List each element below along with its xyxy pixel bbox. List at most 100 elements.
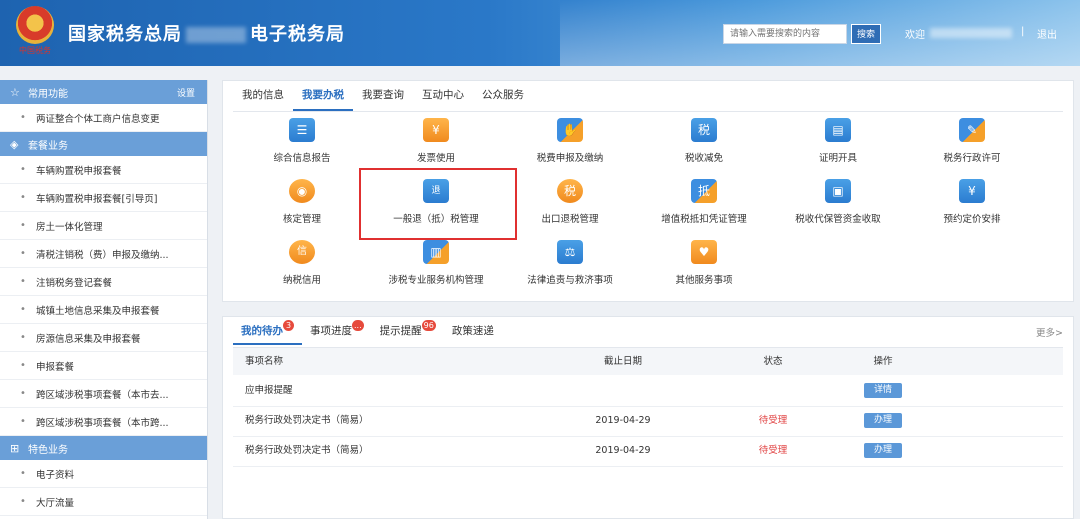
sidebar-item[interactable]: • 大厅流量 (0, 488, 207, 516)
sidebar-item[interactable]: • 房源信息采集及申报套餐 (0, 324, 207, 352)
sidebar-section-title: 特色业务 (28, 444, 68, 456)
person-icon: ◉ (289, 179, 315, 203)
tab-my-todo[interactable]: 我的待办 3 (233, 317, 302, 345)
more-link[interactable]: 更多> (1036, 325, 1063, 339)
bullet-icon: • (20, 304, 26, 315)
service-other[interactable]: ♥ 其他服务事项 (639, 240, 769, 286)
tab-public-service[interactable]: 公众服务 (473, 81, 533, 111)
site-title: 国家税务总局 电子税务局 (68, 20, 345, 46)
service-advance-pricing[interactable]: ¥ 预约定价安排 (907, 179, 1037, 225)
service-tax-credit[interactable]: 信纳税信用 (237, 240, 367, 286)
main-tabs: 我的信息 我要办税 我要查询 互动中心 公众服务 (233, 81, 533, 111)
service-label: 税务行政许可 (943, 153, 1001, 164)
handle-button[interactable]: 办理 (864, 413, 902, 428)
table-row: 应申报提醒 详情 (233, 377, 1063, 407)
bullet-icon: • (20, 112, 26, 123)
bullet-icon: • (20, 360, 26, 371)
tab-reminders[interactable]: 提示提醒 96 (372, 317, 444, 345)
sidebar-item[interactable]: • 电子资料 (0, 460, 207, 488)
service-label: 核定管理 (282, 214, 321, 225)
service-vat-deduction[interactable]: 抵增值税抵扣凭证管理 (639, 179, 769, 225)
sidebar-item[interactable]: • 申报套餐 (0, 352, 207, 380)
details-button[interactable]: 详情 (864, 383, 902, 398)
tab-tax-handling[interactable]: 我要办税 (293, 81, 353, 111)
service-label: 涉税专业服务机构管理 (388, 275, 484, 286)
service-tax-reduction[interactable]: 税税收减免 (639, 118, 769, 164)
handle-button[interactable]: 办理 (864, 443, 902, 458)
tab-progress[interactable]: 事项进度... (302, 317, 372, 345)
service-export-refund[interactable]: 税出口退税管理 (505, 179, 635, 225)
service-certificate[interactable]: ▤ 证明开具 (773, 118, 903, 164)
service-comprehensive-report[interactable]: ☰ 综合信息报告 (237, 118, 367, 164)
layers-icon: ◈ (10, 137, 19, 151)
deduction-voucher-icon: 抵 (691, 179, 717, 203)
service-label: 法律追责与救济事项 (527, 275, 613, 286)
tab-query[interactable]: 我要查询 (353, 81, 413, 111)
sidebar-item-label: 车辆购置税申报套餐 (36, 165, 122, 177)
item-name: 应申报提醒 (245, 385, 293, 396)
license-icon: ✎ (959, 118, 985, 142)
settings-link[interactable]: 设置 (177, 86, 195, 99)
service-agency-management[interactable]: ▥ 涉税专业服务机构管理 (371, 240, 501, 286)
header-separator: | (1021, 26, 1025, 37)
bullet-icon: • (20, 220, 26, 231)
sidebar-section-common[interactable]: ☆ 常用功能 设置 (0, 80, 207, 104)
logout-link[interactable]: 退出 (1037, 26, 1057, 41)
search-button[interactable]: 搜索 (851, 24, 881, 44)
item-action: 办理 (853, 407, 913, 435)
service-assessment[interactable]: ◉ 核定管理 (237, 179, 367, 225)
item-status: 待受理 (758, 415, 788, 426)
title-redacted (186, 27, 246, 43)
item-action: 详情 (853, 377, 913, 405)
sidebar-item[interactable]: • 房土一体化管理 (0, 212, 207, 240)
service-tax-declaration[interactable]: ✋ 税费申报及缴纳 (505, 118, 635, 164)
sidebar-item-label: 两证整合个体工商户信息变更 (36, 113, 160, 125)
service-label: 其他服务事项 (675, 275, 733, 286)
bullet-icon: • (20, 248, 26, 259)
service-label: 税收减免 (684, 153, 723, 164)
username-redacted (930, 28, 1012, 38)
sidebar-item[interactable]: • 清税注销税（费）申报及缴纳... (0, 240, 207, 268)
tab-my-info[interactable]: 我的信息 (233, 81, 293, 111)
sidebar-item[interactable]: • 注销税务登记套餐 (0, 268, 207, 296)
item-name: 税务行政处罚决定书（简易） (245, 415, 369, 426)
bullet-icon: • (20, 496, 26, 507)
service-fund-custody[interactable]: ▣ 税收代保管资金收取 (773, 179, 903, 225)
credit-icon: 信 (289, 240, 315, 264)
tax-reduction-icon: 税 (691, 118, 717, 142)
sidebar-item[interactable]: • 车辆购置税申报套餐[引导页] (0, 184, 207, 212)
sidebar-section-package[interactable]: ◈ 套餐业务 (0, 132, 207, 156)
bullet-icon: • (20, 192, 26, 203)
emblem-ribbon-text: 中国税务 (19, 46, 51, 55)
search-input[interactable] (723, 24, 847, 44)
service-legal-relief[interactable]: ⚖ 法律追责与救济事项 (505, 240, 635, 286)
agency-icon: ▥ (423, 240, 449, 264)
service-admin-license[interactable]: ✎ 税务行政许可 (907, 118, 1037, 164)
todo-count-badge: 3 (283, 320, 294, 331)
sidebar-item[interactable]: • 两证整合个体工商户信息变更 (0, 104, 207, 132)
sidebar-item[interactable]: • 跨区域涉税事项套餐（本市跨... (0, 408, 207, 436)
sidebar-item-label: 清税注销税（费）申报及缴纳... (36, 249, 169, 261)
column-header: 状态 (763, 356, 783, 367)
sidebar-section-special[interactable]: ⊞ 特色业务 (0, 436, 207, 460)
service-label: 证明开具 (818, 153, 857, 164)
sidebar-item-label: 电子资料 (36, 469, 75, 481)
tab-policy-news[interactable]: 政策速递 (444, 317, 502, 345)
service-label: 增值税抵扣凭证管理 (661, 214, 747, 225)
sidebar-item[interactable]: • 跨区域涉税事项套餐（本市去... (0, 380, 207, 408)
table-header: 事项名称 截止日期 状态 操作 (233, 347, 1063, 375)
bullet-icon: • (20, 416, 26, 427)
service-label: 出口退税管理 (541, 214, 599, 225)
tab-interaction[interactable]: 互动中心 (413, 81, 473, 111)
sidebar-item[interactable]: • 车辆购置税申报套餐 (0, 156, 207, 184)
column-header: 事项名称 (245, 356, 284, 367)
sidebar-item-label: 申报套餐 (36, 361, 75, 373)
header-banner: 中国税务 国家税务总局 电子税务局 搜索 欢迎 | 退出 (0, 0, 1080, 66)
service-label: 发票使用 (416, 153, 455, 164)
sidebar-item[interactable]: • 城镇土地信息采集及申报套餐 (0, 296, 207, 324)
item-date: 2019-04-29 (595, 445, 651, 456)
service-invoice-use[interactable]: ¥ 发票使用 (371, 118, 501, 164)
item-action: 办理 (853, 437, 913, 465)
item-name: 税务行政处罚决定书（简易） (245, 445, 369, 456)
bullet-icon: • (20, 276, 26, 287)
